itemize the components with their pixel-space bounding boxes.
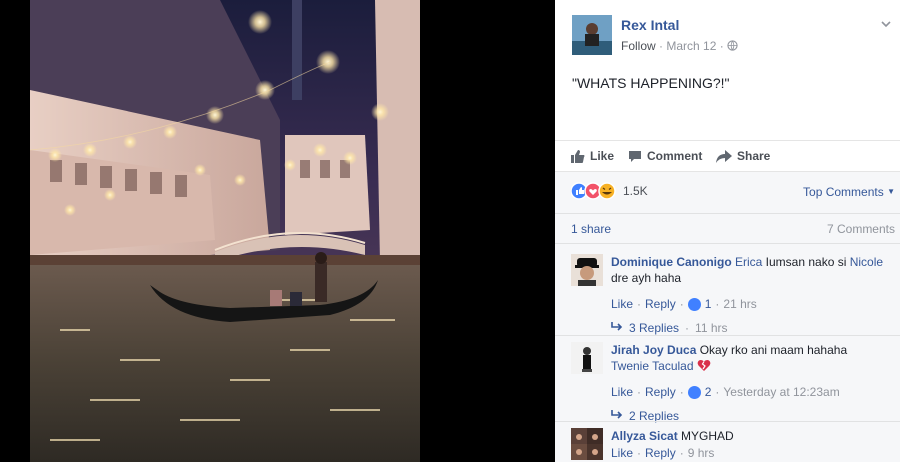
globe-icon — [727, 40, 738, 54]
dot-separator: · — [637, 385, 642, 399]
comments-list: Dominique Canonigo Erica Iumsan nako si … — [555, 243, 900, 462]
view-replies-link[interactable]: 3 Replies · 11 hrs — [611, 321, 728, 335]
author-avatar[interactable] — [572, 15, 612, 55]
comment-body: dre ayh haha — [611, 271, 682, 285]
author-avatar-image — [572, 15, 612, 55]
dot-separator: · — [679, 385, 684, 399]
comment-divider — [555, 335, 900, 336]
comment-actions: Like · Reply · 9 hrs — [611, 446, 714, 460]
post-side-panel: Rex Intal Follow · March 12 · "WHATS HAP… — [555, 0, 900, 462]
commenter-avatar[interactable] — [571, 428, 603, 460]
dot-separator: · — [679, 446, 684, 460]
comment-like-link[interactable]: Like — [611, 446, 633, 460]
shares-link[interactable]: 1 share — [571, 222, 611, 236]
mention-tag[interactable]: Twenie Taculad — [611, 359, 694, 373]
comment-icon — [629, 150, 641, 162]
comment-like-link[interactable]: Like — [611, 385, 633, 399]
comment-divider — [555, 421, 900, 422]
comment-time[interactable]: 9 hrs — [688, 446, 715, 460]
comment-like-count[interactable]: 1 — [705, 297, 712, 311]
comment-like-link[interactable]: Like — [611, 297, 633, 311]
top-comments-dropdown[interactable]: Top Comments ▼ — [803, 185, 895, 199]
comment-time[interactable]: Yesterday at 12:23am — [723, 385, 839, 399]
post-photo[interactable] — [30, 0, 420, 462]
post-meta: Follow · March 12 · — [621, 39, 738, 54]
photo-viewer — [0, 0, 555, 462]
commenter-name[interactable]: Allyza Sicat — [611, 429, 678, 443]
comment-actions: Like · Reply · 2 · Yesterday at 12:23am — [611, 385, 840, 399]
haha-reaction-icon — [598, 182, 616, 200]
commenter-avatar[interactable] — [571, 254, 603, 286]
comment-reply-link[interactable]: Reply — [645, 446, 676, 460]
replies-time: 11 hrs — [695, 321, 728, 335]
comment-text: Dominique Canonigo Erica Iumsan nako si … — [611, 254, 886, 286]
comment-body: MYGHAD — [677, 429, 734, 443]
comment-text: Allyza Sicat MYGHAD — [611, 428, 886, 444]
reaction-count[interactable]: 1.5K — [623, 184, 648, 198]
reply-arrow-icon — [611, 321, 623, 335]
post-text: "WHATS HAPPENING?!" — [572, 75, 730, 91]
chevron-down-icon[interactable] — [880, 18, 892, 30]
commenter-name[interactable]: Dominique Canonigo — [611, 255, 732, 269]
comment-button[interactable]: Comment — [628, 149, 702, 163]
comments-count[interactable]: 7 Comments — [827, 222, 895, 236]
comment-like-count[interactable]: 2 — [705, 385, 712, 399]
dot-separator: · — [685, 321, 690, 335]
like-count-icon — [687, 297, 701, 311]
comment-body: Iumsan nako si — [762, 255, 850, 269]
dot-separator: · — [715, 385, 720, 399]
caret-down-icon: ▼ — [887, 187, 895, 196]
top-comments-label: Top Comments — [803, 185, 884, 199]
dot-separator: · — [679, 297, 684, 311]
share-label: Share — [737, 149, 771, 163]
comment-actions: Like · Reply · 1 · 21 hrs — [611, 297, 757, 311]
mention-tag[interactable]: Erica — [735, 255, 762, 269]
post-header: Rex Intal Follow · March 12 · "WHATS HAP… — [555, 0, 900, 140]
mention-tag[interactable]: Nicole — [850, 255, 883, 269]
meta-separator: · — [659, 39, 664, 53]
comment-time[interactable]: 21 hrs — [723, 297, 756, 311]
thumbs-up-icon — [571, 149, 585, 163]
like-label: Like — [590, 149, 615, 163]
broken-heart-icon — [697, 359, 711, 376]
divider — [555, 213, 900, 214]
dot-separator: · — [715, 297, 720, 311]
author-name[interactable]: Rex Intal — [621, 17, 679, 33]
dot-separator: · — [637, 446, 642, 460]
commenter-avatar[interactable] — [571, 342, 603, 374]
like-button[interactable]: Like — [571, 149, 614, 163]
comment-reply-link[interactable]: Reply — [645, 385, 676, 399]
reaction-icons[interactable] — [570, 182, 621, 200]
follow-link[interactable]: Follow — [621, 39, 656, 53]
comment-text: Jirah Joy Duca Okay rko ani maam hahaha … — [611, 342, 886, 376]
like-count-icon — [687, 385, 701, 399]
comment-label: Comment — [647, 149, 703, 163]
commenter-name[interactable]: Jirah Joy Duca — [611, 343, 696, 357]
share-button[interactable]: Share — [716, 149, 770, 163]
replies-count: 3 Replies — [629, 321, 680, 335]
meta-separator: · — [719, 39, 724, 53]
comment-reply-link[interactable]: Reply — [645, 297, 676, 311]
post-actions: Like Comment Share — [555, 140, 900, 172]
post-date[interactable]: March 12 — [666, 39, 716, 53]
share-icon — [716, 149, 732, 163]
comment-body: Okay rko ani maam hahaha — [696, 343, 848, 357]
dot-separator: · — [637, 297, 642, 311]
venice-canal-photo — [30, 0, 420, 462]
